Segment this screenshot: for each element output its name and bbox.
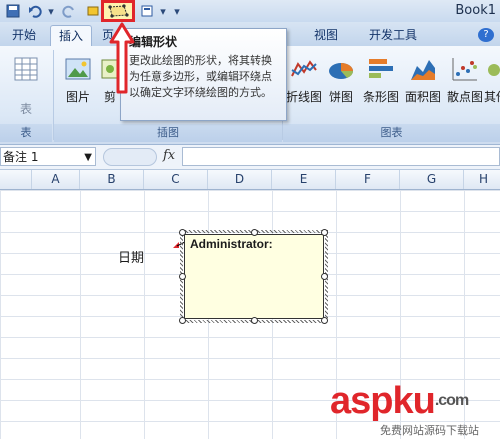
table-button[interactable]: 表 [4, 54, 48, 116]
column-headers: A B C D E F G H [0, 170, 500, 190]
area-chart-label: 面积图 [404, 90, 441, 104]
watermark-subtitle: 免费网站源码下载站 [380, 424, 479, 437]
resize-handle[interactable] [321, 317, 328, 324]
column-header-h[interactable]: H [464, 170, 500, 189]
scatter-chart-label: 散点图 [446, 90, 483, 104]
window-title: Book1 [455, 3, 496, 18]
line-chart-label: 折线图 [285, 90, 322, 104]
picture-icon [65, 58, 91, 80]
picture-button[interactable]: 图片 [56, 54, 100, 116]
bar-chart-button[interactable]: 条形图 [360, 54, 402, 116]
scatter-chart-button[interactable]: 散点图 [444, 54, 486, 116]
shape-icon[interactable] [86, 3, 100, 19]
name-box-value: 备注 1 [3, 150, 39, 164]
watermark-brand: aspku [330, 380, 436, 422]
tooltip-title: 编辑形状 [129, 35, 178, 49]
save-icon[interactable] [4, 3, 22, 19]
scatter-chart-icon [452, 58, 477, 81]
cell-c-date[interactable]: 日期 [118, 247, 144, 266]
area-chart-button[interactable]: 面积图 [402, 54, 444, 116]
insert-function-icon[interactable]: fx [163, 148, 175, 163]
group-label-charts: 图表 [283, 124, 500, 142]
tab-developer[interactable]: 开发工具 [360, 25, 426, 46]
column-header-g[interactable]: G [400, 170, 464, 189]
resize-handle[interactable] [179, 317, 186, 324]
format-icon[interactable] [138, 3, 156, 19]
tab-insert[interactable]: 插入 [50, 25, 92, 47]
tooltip-edit-shape: 编辑形状 更改此绘图的形状，将其转换为任意多边形，或编辑环绕点以确定文字环绕绘图… [120, 28, 287, 121]
select-all-corner[interactable] [0, 170, 32, 189]
tooltip-body: 更改此绘图的形状，将其转换为任意多边形，或编辑环绕点以确定文字环绕绘图的方式。 [129, 54, 272, 99]
comment-box[interactable]: Administrator: [184, 234, 324, 319]
chevron-down-icon[interactable]: ▼ [84, 148, 92, 167]
grid-line [80, 190, 81, 439]
chevron-down-icon[interactable]: ▾ [158, 3, 168, 19]
column-header-c[interactable]: C [144, 170, 208, 189]
tab-view[interactable]: 视图 [306, 25, 346, 46]
tab-home[interactable]: 开始 [4, 25, 44, 46]
edit-shape-button[interactable] [101, 0, 135, 22]
bar-chart-icon [369, 59, 393, 78]
line-chart-button[interactable]: 折线图 [284, 54, 324, 116]
other-chart-button[interactable]: 其他 [484, 54, 500, 116]
pie-chart-label: 饼图 [328, 90, 353, 104]
line-chart-icon [291, 60, 317, 77]
redo-icon[interactable] [60, 3, 78, 19]
resize-handle[interactable] [251, 317, 258, 324]
chevron-down-icon[interactable]: ▾ [46, 3, 56, 19]
undo-icon[interactable] [26, 3, 44, 19]
other-chart-label: 其他 [484, 90, 500, 104]
resize-handle[interactable] [179, 273, 186, 280]
table-label: 表 [19, 102, 32, 116]
bar-chart-label: 条形图 [362, 90, 399, 104]
watermark-dotcom: .com [434, 392, 469, 409]
group-label-tables: 表 [0, 124, 52, 142]
customize-toolbar-icon[interactable]: ▾ [172, 3, 182, 19]
formula-bar: 备注 1 ▼ fx [0, 145, 500, 170]
pie-chart-icon [329, 63, 354, 79]
column-header-d[interactable]: D [208, 170, 272, 189]
table-icon [14, 57, 38, 81]
annotation-arrow-icon [109, 22, 135, 94]
watermark: aspku.com 免费网站源码下载站 [330, 382, 479, 438]
column-header-a[interactable]: A [32, 170, 80, 189]
resize-handle[interactable] [251, 229, 258, 236]
comment-author: Administrator: [190, 237, 273, 251]
pie-chart-button[interactable]: 饼图 [326, 54, 356, 116]
formula-bar-splitter[interactable] [103, 148, 157, 166]
resize-handle[interactable] [321, 229, 328, 236]
other-chart-icon [488, 64, 500, 76]
grid-line [144, 190, 145, 439]
column-header-b[interactable]: B [80, 170, 144, 189]
column-header-e[interactable]: E [272, 170, 336, 189]
column-header-f[interactable]: F [336, 170, 400, 189]
picture-label: 图片 [65, 90, 90, 104]
resize-handle[interactable] [321, 273, 328, 280]
group-label-illustrations: 插图 [54, 124, 282, 142]
quick-access-toolbar: ▾ ▾ ▾ Book1 [0, 0, 500, 23]
formula-input[interactable] [182, 147, 500, 166]
area-chart-icon [411, 60, 435, 80]
name-box[interactable]: 备注 1 ▼ [0, 147, 96, 166]
resize-handle[interactable] [179, 229, 186, 236]
help-icon[interactable]: ? [478, 28, 494, 42]
